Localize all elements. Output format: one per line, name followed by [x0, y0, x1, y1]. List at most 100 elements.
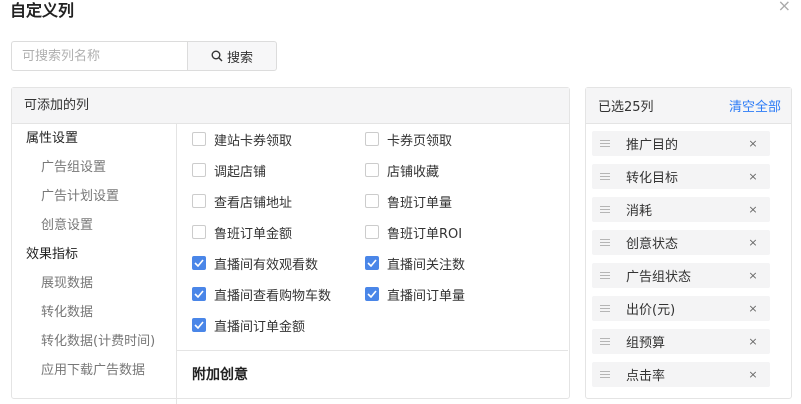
available-columns-header: 可添加的列: [12, 88, 569, 124]
column-option-list: 建站卡券领取 卡券页领取调起店铺 店铺收藏查看店铺地址 鲁班订单量鲁班订单金额 鲁班订单…: [177, 124, 568, 351]
selected-column-label: 推广目的: [626, 138, 679, 153]
drag-handle-icon[interactable]: [600, 371, 610, 378]
remove-icon[interactable]: ×: [746, 302, 760, 315]
column-option-label: 鲁班订单金额: [214, 226, 293, 242]
remove-icon[interactable]: ×: [746, 269, 760, 282]
column-option[interactable]: 卡券页领取: [365, 129, 452, 149]
available-columns-panel: 可添加的列 属性设置 广告组设置 广告计划设置 创意设置 效果指标 展现数据 转…: [11, 87, 570, 404]
nav-item-attribute-settings[interactable]: 属性设置: [12, 124, 176, 153]
selected-columns-panel: 已选25列 清空全部 推广目的 × 转化目标 × 消耗 × 创意状态 × 广告组状态 × 出价(元)…: [585, 87, 792, 399]
category-nav: 属性设置 广告组设置 广告计划设置 创意设置 效果指标 展现数据 转化数据 转化…: [12, 124, 176, 385]
checkbox[interactable]: [365, 132, 379, 146]
column-option-label: 鲁班订单ROI: [387, 226, 463, 242]
selected-column-item[interactable]: 推广目的 ×: [592, 131, 770, 156]
column-option-label: 直播间查看购物车数: [214, 288, 332, 304]
remove-icon[interactable]: ×: [746, 137, 760, 150]
check-icon: [194, 321, 204, 329]
remove-icon[interactable]: ×: [746, 170, 760, 183]
check-icon: [367, 290, 377, 298]
search-input[interactable]: [11, 41, 187, 71]
checkbox[interactable]: [192, 225, 206, 239]
column-option[interactable]: 店铺收藏: [365, 160, 439, 180]
column-option-label: 直播间订单金额: [214, 319, 306, 335]
column-option-label: 调起店铺: [214, 164, 267, 180]
remove-icon[interactable]: ×: [746, 203, 760, 216]
drag-handle-icon[interactable]: [600, 305, 610, 312]
checkbox[interactable]: [192, 194, 206, 208]
selected-columns-header: 已选25列 清空全部: [586, 88, 791, 124]
check-icon: [367, 259, 377, 267]
selected-column-label: 消耗: [626, 204, 653, 219]
drag-handle-icon[interactable]: [600, 272, 610, 279]
checkbox-checked[interactable]: [365, 287, 379, 301]
nav-item-impression-data[interactable]: 展现数据: [12, 269, 176, 298]
column-option-label: 直播间关注数: [387, 257, 466, 273]
check-icon: [194, 259, 204, 267]
column-option[interactable]: 查看店铺地址: [192, 191, 292, 211]
selected-count: 已选25列: [598, 100, 654, 115]
remove-icon[interactable]: ×: [746, 236, 760, 249]
checkbox-checked[interactable]: [365, 256, 379, 270]
checkbox[interactable]: [192, 132, 206, 146]
dialog-title: 自定义列: [10, 1, 75, 20]
selected-column-label: 广告组状态: [626, 270, 692, 285]
clear-all-link[interactable]: 清空全部: [729, 96, 781, 115]
column-option-label: 直播间有效观看数: [214, 257, 319, 273]
drag-handle-icon[interactable]: [600, 239, 610, 246]
nav-item-conversion-data[interactable]: 转化数据: [12, 298, 176, 327]
search-bar: 搜索: [11, 41, 277, 71]
selected-column-item[interactable]: 组预算 ×: [592, 329, 770, 354]
selected-column-item[interactable]: 转化目标 ×: [592, 164, 770, 189]
column-option[interactable]: 直播间查看购物车数: [192, 284, 331, 304]
nav-item-plan-settings[interactable]: 广告计划设置: [12, 182, 176, 211]
selected-column-item[interactable]: 创意状态 ×: [592, 230, 770, 255]
check-icon: [194, 290, 204, 298]
selected-column-label: 点击率: [626, 369, 666, 384]
remove-icon[interactable]: ×: [746, 368, 760, 381]
selected-column-label: 组预算: [626, 336, 666, 351]
drag-handle-icon[interactable]: [600, 140, 610, 147]
nav-item-creative-settings[interactable]: 创意设置: [12, 211, 176, 240]
column-option-label: 建站卡券领取: [214, 133, 293, 149]
column-options: 建站卡券领取 卡券页领取调起店铺 店铺收藏查看店铺地址 鲁班订单量鲁班订单金额 鲁班订单…: [177, 124, 568, 383]
search-button[interactable]: 搜索: [187, 41, 277, 71]
column-option[interactable]: 鲁班订单金额: [192, 222, 292, 242]
column-option[interactable]: 鲁班订单ROI: [365, 222, 462, 242]
column-option[interactable]: 鲁班订单量: [365, 191, 452, 211]
selected-column-item[interactable]: 点击率 ×: [592, 362, 770, 387]
selected-column-label: 创意状态: [626, 237, 679, 252]
column-option-label: 直播间订单量: [387, 288, 466, 304]
search-button-label: 搜索: [226, 50, 253, 66]
section-title: 附加创意: [192, 367, 248, 383]
selected-column-item[interactable]: 出价(元) ×: [592, 296, 770, 321]
checkbox-checked[interactable]: [192, 318, 206, 332]
column-option[interactable]: 直播间订单量: [365, 284, 465, 304]
selected-column-label: 出价(元): [626, 303, 676, 318]
drag-handle-icon[interactable]: [600, 338, 610, 345]
nav-item-app-download-data[interactable]: 应用下载广告数据: [12, 356, 176, 385]
selected-column-item[interactable]: 消耗 ×: [592, 197, 770, 222]
column-option-label: 卡券页领取: [387, 133, 453, 149]
nav-item-adgroup-settings[interactable]: 广告组设置: [12, 153, 176, 182]
column-option[interactable]: 直播间关注数: [365, 253, 465, 273]
checkbox[interactable]: [192, 163, 206, 177]
column-option[interactable]: 建站卡券领取: [192, 129, 292, 149]
selected-column-item[interactable]: 广告组状态 ×: [592, 263, 770, 288]
checkbox-checked[interactable]: [192, 287, 206, 301]
drag-handle-icon[interactable]: [600, 173, 610, 180]
column-option-label: 鲁班订单量: [387, 195, 453, 211]
checkbox[interactable]: [365, 194, 379, 208]
column-option[interactable]: 调起店铺: [192, 160, 266, 180]
column-option[interactable]: 直播间订单金额: [192, 315, 305, 335]
remove-icon[interactable]: ×: [746, 335, 760, 348]
nav-item-performance-metrics[interactable]: 效果指标: [12, 240, 176, 269]
column-option-label: 查看店铺地址: [214, 195, 293, 211]
checkbox[interactable]: [365, 225, 379, 239]
checkbox[interactable]: [365, 163, 379, 177]
search-icon: [211, 50, 223, 62]
close-icon[interactable]: ×: [778, 0, 791, 15]
drag-handle-icon[interactable]: [600, 206, 610, 213]
checkbox-checked[interactable]: [192, 256, 206, 270]
column-option[interactable]: 直播间有效观看数: [192, 253, 318, 273]
nav-item-conversion-data-billing[interactable]: 转化数据(计费时间): [12, 327, 176, 356]
